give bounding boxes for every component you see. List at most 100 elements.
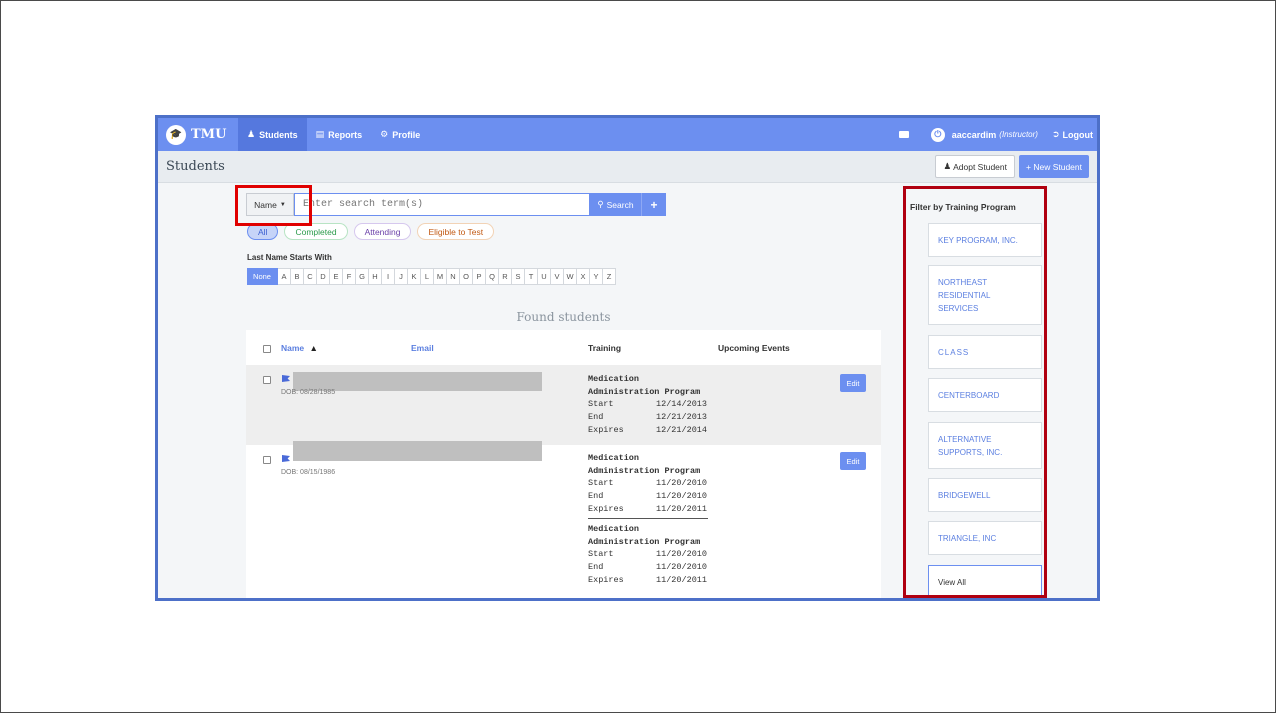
program-label: ALTERNATIVE SUPPORTS, INC. <box>938 433 1002 459</box>
user-name[interactable]: aaccardim <box>952 130 997 140</box>
filter-title: Filter by Training Program <box>910 202 1016 212</box>
filter-all[interactable]: All <box>247 223 279 240</box>
nav-tab-profile[interactable]: ⚙ Profile <box>371 118 429 151</box>
program-label-line: RESIDENTIAL <box>938 290 991 300</box>
letters-label: Last Name Starts With <box>247 253 332 262</box>
filter-attending[interactable]: Attending <box>353 223 412 240</box>
program-label: BRIDGEWELL <box>938 490 991 500</box>
program-label: KEY PROGRAM, INC. <box>938 235 1018 245</box>
students-table: Name ▲ Email Training Upcoming Events DO… <box>246 330 881 598</box>
letter-r[interactable]: R <box>499 268 512 285</box>
filter-completed[interactable]: Completed <box>284 223 348 240</box>
letter-h[interactable]: H <box>369 268 382 285</box>
letter-t[interactable]: T <box>525 268 538 285</box>
program-label: CLASS <box>938 347 970 357</box>
logout-button[interactable]: ➲ Logout <box>1052 129 1097 140</box>
training-end: End 11/20/2010 <box>588 562 710 572</box>
end-date: 11/20/2010 <box>656 491 708 501</box>
search-type-dropdown[interactable]: Name ▼ <box>246 193 294 216</box>
letter-u[interactable]: U <box>538 268 551 285</box>
program-class[interactable]: CLASS <box>928 335 1042 369</box>
logout-icon: ➲ <box>1051 129 1060 139</box>
flag-icon <box>282 455 290 462</box>
column-name[interactable]: Name ▲ <box>281 343 318 353</box>
letter-m[interactable]: M <box>434 268 447 285</box>
gear-icon: ⚙ <box>380 129 389 139</box>
letter-b[interactable]: B <box>291 268 304 285</box>
program-triangle[interactable]: TRIANGLE, INC <box>928 521 1042 555</box>
letter-none[interactable]: None <box>247 268 278 285</box>
letter-x[interactable]: X <box>577 268 590 285</box>
app-window: 🎓 TMU ♟ Students ▤ Reports ⚙ Profile ⏻ a… <box>155 115 1100 601</box>
adopt-student-button[interactable]: ♟ Adopt Student <box>935 155 1015 178</box>
search-button[interactable]: ⚲ Search <box>590 193 642 216</box>
program-label-line: SUPPORTS, INC. <box>938 447 1003 457</box>
start-date: 12/14/2013 <box>656 399 708 409</box>
start-label: Start <box>588 549 614 559</box>
table-row: DOB: 08/15/1986 Medication Administratio… <box>246 441 881 595</box>
letter-p[interactable]: P <box>473 268 486 285</box>
student-dob: DOB: 08/15/1986 <box>281 469 336 476</box>
letter-y[interactable]: Y <box>590 268 603 285</box>
training-title-line: Medication <box>588 453 640 463</box>
program-northeast-residential[interactable]: NORTHEAST RESIDENTIAL SERVICES <box>928 265 1042 325</box>
row-checkbox[interactable] <box>263 456 271 464</box>
view-all-programs[interactable]: View All <box>928 565 1042 598</box>
training-title-line: Administration Program <box>588 466 701 476</box>
search-input[interactable] <box>294 193 590 216</box>
new-student-button[interactable]: + New Student <box>1019 155 1089 178</box>
select-all-checkbox[interactable] <box>263 345 271 353</box>
edit-button[interactable]: Edit <box>840 374 866 392</box>
program-bridgewell[interactable]: BRIDGEWELL <box>928 478 1042 512</box>
expires-date: 11/20/2011 <box>656 504 708 514</box>
redacted-name-email <box>293 441 542 461</box>
training-title: Medication Administration Program <box>588 373 700 399</box>
letter-v[interactable]: V <box>551 268 564 285</box>
table-row: DOB: 08/28/1985 Medication Administratio… <box>246 365 881 445</box>
letter-a[interactable]: A <box>278 268 291 285</box>
letter-c[interactable]: C <box>304 268 317 285</box>
edit-button[interactable]: Edit <box>840 452 866 470</box>
expires-date: 11/20/2011 <box>656 575 708 585</box>
letter-f[interactable]: F <box>343 268 356 285</box>
filter-eligible-to-test[interactable]: Eligible to Test <box>417 223 495 240</box>
letter-n[interactable]: N <box>447 268 460 285</box>
letter-d[interactable]: D <box>317 268 330 285</box>
mail-icon[interactable] <box>898 131 909 138</box>
nav-tab-label: Students <box>259 129 298 140</box>
letter-w[interactable]: W <box>564 268 577 285</box>
header-actions: ♟ Adopt Student + New Student <box>935 155 1089 178</box>
power-icon[interactable]: ⏻ <box>930 127 945 142</box>
nav-tab-reports[interactable]: ▤ Reports <box>307 118 372 151</box>
nav-tab-students[interactable]: ♟ Students <box>238 118 307 151</box>
letter-j[interactable]: J <box>395 268 408 285</box>
training-title: Medication Administration Program <box>588 523 700 549</box>
start-label: Start <box>588 399 614 409</box>
letter-k[interactable]: K <box>408 268 421 285</box>
letter-s[interactable]: S <box>512 268 525 285</box>
letter-o[interactable]: O <box>460 268 473 285</box>
letter-g[interactable]: G <box>356 268 369 285</box>
letter-l[interactable]: L <box>421 268 434 285</box>
program-key-program[interactable]: KEY PROGRAM, INC. <box>928 223 1042 257</box>
search-type-label: Name <box>254 199 277 210</box>
program-alternative-supports[interactable]: ALTERNATIVE SUPPORTS, INC. <box>928 422 1042 469</box>
program-label: CENTERBOARD <box>938 390 1000 400</box>
training-expires: Expires 11/20/2011 <box>588 504 710 514</box>
row-checkbox[interactable] <box>263 376 271 384</box>
training-divider <box>588 518 708 519</box>
end-label: End <box>588 562 604 572</box>
training-program-filter: Filter by Training Program KEY PROGRAM, … <box>888 183 1088 598</box>
letter-q[interactable]: Q <box>486 268 499 285</box>
top-navbar: 🎓 TMU ♟ Students ▤ Reports ⚙ Profile ⏻ a… <box>158 118 1097 151</box>
letter-e[interactable]: E <box>330 268 343 285</box>
end-label: End <box>588 412 604 422</box>
add-search-term-button[interactable]: + <box>642 193 666 216</box>
program-centerboard[interactable]: CENTERBOARD <box>928 378 1042 412</box>
letter-z[interactable]: Z <box>603 268 616 285</box>
brand[interactable]: 🎓 TMU <box>158 124 238 145</box>
training-title-line: Administration Program <box>588 537 701 547</box>
letter-i[interactable]: I <box>382 268 395 285</box>
logout-label: Logout <box>1062 129 1094 140</box>
column-email[interactable]: Email <box>411 343 434 353</box>
